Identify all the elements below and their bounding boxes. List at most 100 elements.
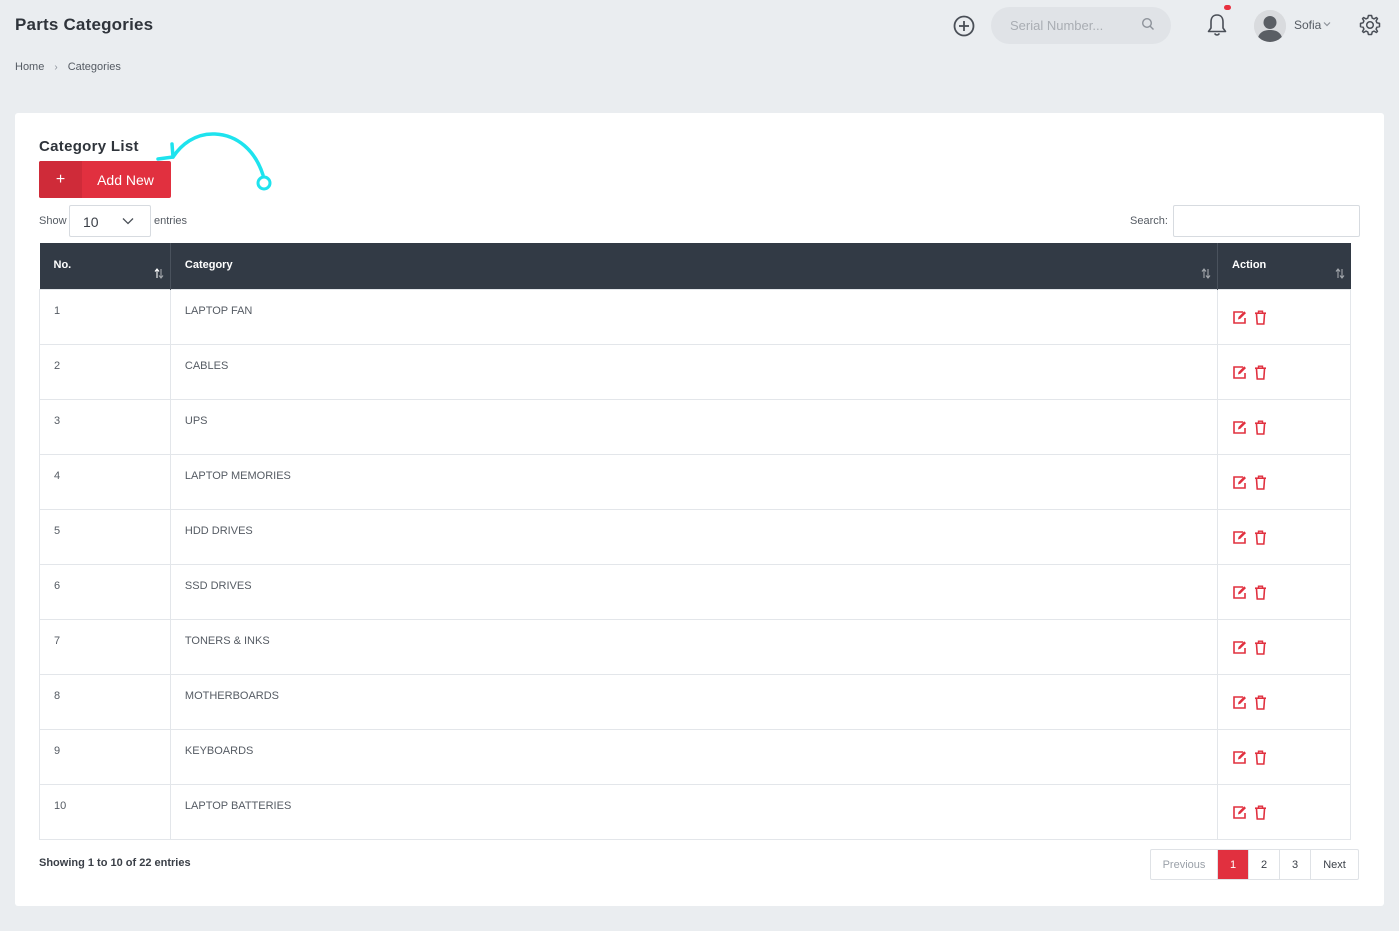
table-row: 9 KEYBOARDS	[39, 728, 1351, 785]
entries-label: entries	[154, 215, 188, 227]
card-title: Category List	[39, 138, 139, 155]
table-header-row: No. Category Action	[39, 243, 1351, 289]
cell-action	[1217, 343, 1351, 400]
breadcrumb-home[interactable]: Home	[15, 61, 44, 73]
table-row: 4 LAPTOP MEMORIES	[39, 453, 1351, 510]
trash-icon[interactable]	[1253, 805, 1268, 820]
cell-category: MOTHERBOARDS	[169, 673, 1219, 730]
cell-category: CABLES	[169, 343, 1219, 400]
trash-icon[interactable]	[1253, 365, 1268, 380]
top-bar: Parts Categories Sofia	[0, 0, 1399, 52]
chevron-down-icon	[122, 218, 134, 225]
add-new-label: Add New	[97, 171, 154, 188]
table-search-input[interactable]	[1173, 205, 1360, 237]
entries-length-value: 10	[83, 214, 99, 230]
row-actions	[1232, 585, 1336, 600]
cell-action	[1217, 398, 1351, 455]
cell-no: 4	[39, 453, 171, 510]
table-body: 1 LAPTOP FAN 2 CABLES 3 UPS 4 LAPTOP MEMORIES 5 H…	[39, 288, 1351, 840]
user-name[interactable]: Sofia	[1294, 18, 1321, 32]
edit-icon[interactable]	[1232, 805, 1247, 820]
pagination-page-1[interactable]: 1	[1218, 850, 1249, 879]
page-title: Parts Categories	[15, 15, 154, 34]
trash-icon[interactable]	[1253, 585, 1268, 600]
row-actions	[1232, 530, 1336, 545]
sort-icon	[1201, 268, 1211, 279]
category-card: Category List + Add New Show 10 entries …	[15, 113, 1384, 906]
table-row: 10 LAPTOP BATTERIES	[39, 783, 1351, 840]
trash-icon[interactable]	[1253, 310, 1268, 325]
cell-no: 6	[39, 563, 171, 620]
row-actions	[1232, 695, 1336, 710]
cell-action	[1217, 783, 1351, 840]
edit-icon[interactable]	[1232, 475, 1247, 490]
cell-category: LAPTOP MEMORIES	[169, 453, 1219, 510]
pagination-page-3[interactable]: 3	[1280, 850, 1311, 879]
cell-no: 1	[39, 288, 171, 345]
pagination-previous[interactable]: Previous	[1151, 850, 1218, 879]
avatar[interactable]	[1254, 10, 1286, 42]
cell-category: LAPTOP BATTERIES	[169, 783, 1219, 840]
gear-icon[interactable]	[1358, 13, 1382, 37]
table-row: 8 MOTHERBOARDS	[39, 673, 1351, 730]
edit-icon[interactable]	[1232, 310, 1247, 325]
cell-category: TONERS & INKS	[169, 618, 1219, 675]
breadcrumb-separator: ›	[54, 61, 58, 73]
show-label: Show	[39, 215, 67, 227]
breadcrumb-current: Categories	[67, 61, 121, 73]
column-header-action-label: Action	[1232, 259, 1267, 271]
cell-category: SSD DRIVES	[169, 563, 1219, 620]
cell-action	[1217, 453, 1351, 510]
cell-no: 7	[39, 618, 171, 675]
cell-action	[1217, 618, 1351, 675]
edit-icon[interactable]	[1232, 420, 1247, 435]
edit-icon[interactable]	[1232, 695, 1247, 710]
row-actions	[1232, 805, 1336, 820]
table-row: 3 UPS	[39, 398, 1351, 455]
sort-icon	[1335, 268, 1344, 279]
search-icon[interactable]	[1141, 17, 1155, 31]
search-label: Search:	[1130, 215, 1168, 227]
cell-no: 5	[39, 508, 171, 565]
edit-icon[interactable]	[1232, 585, 1247, 600]
pagination-next[interactable]: Next	[1311, 850, 1358, 879]
edit-icon[interactable]	[1232, 640, 1247, 655]
cell-no: 8	[39, 673, 171, 730]
column-header-no-label: No.	[53, 259, 72, 271]
row-actions	[1232, 750, 1336, 765]
trash-icon[interactable]	[1253, 530, 1268, 545]
column-header-no[interactable]: No.	[39, 243, 171, 289]
entries-length-select[interactable]: 10	[69, 205, 151, 237]
cell-action	[1217, 508, 1351, 565]
row-actions	[1232, 475, 1336, 490]
notification-dot	[1224, 5, 1231, 10]
cell-no: 3	[39, 398, 171, 455]
cell-action	[1217, 563, 1351, 620]
plus-icon: +	[39, 161, 82, 198]
row-actions	[1232, 365, 1336, 380]
bell-icon[interactable]	[1206, 12, 1228, 38]
trash-icon[interactable]	[1253, 420, 1268, 435]
add-new-button[interactable]: + Add New	[39, 161, 171, 198]
add-circle-icon[interactable]	[952, 14, 976, 38]
breadcrumb: Home › Categories	[15, 61, 121, 73]
trash-icon[interactable]	[1253, 640, 1268, 655]
edit-icon[interactable]	[1232, 530, 1247, 545]
edit-icon[interactable]	[1232, 365, 1247, 380]
column-header-action[interactable]: Action	[1217, 243, 1351, 289]
chevron-down-icon[interactable]	[1323, 21, 1331, 27]
cell-no: 9	[39, 728, 171, 785]
column-header-category[interactable]: Category	[170, 243, 1219, 289]
trash-icon[interactable]	[1253, 695, 1268, 710]
cell-no: 10	[39, 783, 171, 840]
cell-category: LAPTOP FAN	[169, 288, 1219, 345]
row-actions	[1232, 310, 1336, 325]
category-table: No. Category Action 1 LAPTOP FAN 2 CABLE…	[39, 243, 1351, 840]
cell-category: KEYBOARDS	[169, 728, 1219, 785]
trash-icon[interactable]	[1253, 475, 1268, 490]
pagination-page-2[interactable]: 2	[1249, 850, 1280, 879]
table-row: 6 SSD DRIVES	[39, 563, 1351, 620]
cell-category: UPS	[169, 398, 1219, 455]
trash-icon[interactable]	[1253, 750, 1268, 765]
edit-icon[interactable]	[1232, 750, 1247, 765]
